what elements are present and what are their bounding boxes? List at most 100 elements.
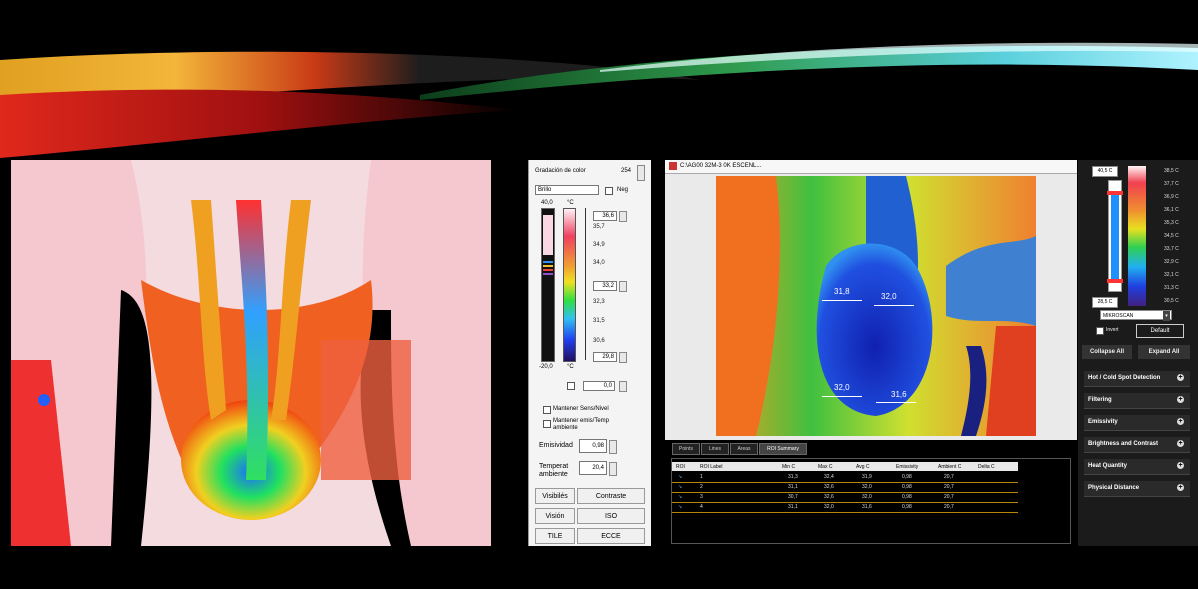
table-cell: 20,7 bbox=[944, 474, 954, 480]
visibles-button[interactable]: Visibilés bbox=[535, 488, 575, 504]
contrast-button[interactable]: Contraste bbox=[577, 488, 645, 504]
thermal-udder-image bbox=[11, 160, 491, 546]
collapse-all-button[interactable]: Collapse All bbox=[1082, 345, 1132, 359]
roi-column-header[interactable]: Max C bbox=[818, 463, 832, 471]
neg-checkbox[interactable] bbox=[605, 187, 613, 195]
table-cell: 31,6 bbox=[862, 504, 872, 510]
gradient-value: 254 bbox=[621, 168, 632, 174]
table-cell: 4 bbox=[700, 504, 703, 510]
expand-icon: + bbox=[1177, 440, 1184, 447]
ambient-stepper[interactable] bbox=[609, 462, 617, 476]
invert-checkbox[interactable] bbox=[1096, 327, 1104, 335]
gradient-stepper[interactable] bbox=[637, 165, 645, 181]
palette-select-value: Brillo bbox=[538, 187, 552, 193]
scale-value-field[interactable]: 29,8 bbox=[593, 352, 617, 362]
scale-tick-label: 30,5 C bbox=[1164, 298, 1179, 304]
palette-dropdown[interactable]: MIKROSCAN ▾ bbox=[1100, 310, 1172, 321]
roi-column-header[interactable]: Ambient C bbox=[938, 463, 961, 471]
expand-icon: + bbox=[1177, 374, 1184, 381]
roi-column-header[interactable]: ROI bbox=[676, 463, 685, 471]
table-cell: 1 bbox=[700, 474, 703, 480]
tab-points[interactable]: Points bbox=[672, 443, 700, 455]
table-cell: 31,3 bbox=[788, 474, 798, 480]
right-color-scale bbox=[1128, 166, 1146, 306]
scale-value-label: 30,6 bbox=[593, 338, 605, 344]
temp-label-3: 32,0 bbox=[834, 383, 850, 392]
tab-lines[interactable]: Lines bbox=[701, 443, 729, 455]
table-cell: 20,7 bbox=[944, 484, 954, 490]
section-hot-cold-label: Hot / Cold Spot Detection bbox=[1088, 375, 1161, 381]
table-cell: 32,6 bbox=[824, 484, 834, 490]
expand-icon: + bbox=[1177, 462, 1184, 469]
roi-column-header[interactable]: Min C bbox=[782, 463, 795, 471]
range-slider[interactable] bbox=[1107, 180, 1123, 292]
table-cell: 32,6 bbox=[824, 494, 834, 500]
range-top-field[interactable]: 40,5 C bbox=[1092, 166, 1118, 177]
extra-stepper[interactable] bbox=[619, 381, 627, 392]
measure-line-2 bbox=[874, 305, 914, 306]
keep-sens-label: Mantener Sens/Nivel bbox=[553, 406, 609, 412]
table-cell: 20,7 bbox=[944, 494, 954, 500]
measure-line-1 bbox=[822, 300, 862, 301]
window-title: C:\AG00 32M-3 0K ESCENL... bbox=[680, 163, 762, 169]
scale-value-stepper[interactable] bbox=[619, 211, 627, 222]
vision-button[interactable]: Visión bbox=[535, 508, 575, 524]
extra-value-field[interactable]: 0,0 bbox=[583, 381, 615, 391]
keep-sens-checkbox[interactable] bbox=[543, 406, 551, 414]
range-bottom-value: 28,5 C bbox=[1097, 299, 1113, 305]
tab-roi-summary[interactable]: ROI Summary bbox=[759, 443, 807, 455]
table-row[interactable] bbox=[672, 503, 1018, 513]
section-hot-cold[interactable]: Hot / Cold Spot Detection + bbox=[1084, 371, 1190, 387]
window-title-bar: C:\AG00 32M-3 0K ESCENL... bbox=[665, 160, 1077, 174]
table-cell: 32,0 bbox=[824, 504, 834, 510]
level-slider[interactable] bbox=[541, 208, 555, 362]
scale-value-stepper[interactable] bbox=[619, 352, 627, 363]
scale-tick-label: 36,9 C bbox=[1164, 194, 1179, 200]
keep-emis-checkbox[interactable] bbox=[543, 420, 551, 428]
table-row[interactable] bbox=[672, 493, 1018, 503]
emissivity-stepper[interactable] bbox=[609, 440, 617, 454]
roi-column-header[interactable]: ROI Label bbox=[700, 463, 723, 471]
scale-tick-label: 33,7 C bbox=[1164, 246, 1179, 252]
ecce-button[interactable]: ECCE bbox=[577, 528, 645, 544]
roi-column-header[interactable]: Delta C bbox=[978, 463, 995, 471]
expand-icon: + bbox=[1177, 396, 1184, 403]
ambient-field[interactable]: 20,4 bbox=[579, 461, 607, 475]
decorative-banner bbox=[0, 42, 1198, 158]
roi-table-header bbox=[672, 462, 1018, 471]
tile-button[interactable]: TILE bbox=[535, 528, 575, 544]
scale-bottom-label: -20,0 bbox=[539, 364, 553, 370]
roi-marker-icon: ↘ bbox=[678, 484, 683, 490]
tab-areas[interactable]: Areas bbox=[730, 443, 758, 455]
scale-value-field[interactable]: 36,6 bbox=[593, 211, 617, 221]
roi-column-header[interactable]: Avg C bbox=[856, 463, 870, 471]
scale-value-field[interactable]: 33,2 bbox=[593, 281, 617, 291]
section-brightness[interactable]: Brightness and Contrast + bbox=[1084, 437, 1190, 453]
extra-checkbox[interactable] bbox=[567, 382, 575, 390]
section-filtering[interactable]: Filtering + bbox=[1084, 393, 1190, 409]
table-cell: 31,1 bbox=[788, 504, 798, 510]
section-emissivity[interactable]: Emissivity + bbox=[1084, 415, 1190, 431]
scale-value-stepper[interactable] bbox=[619, 281, 627, 292]
table-cell: 2 bbox=[700, 484, 703, 490]
iso-button[interactable]: ISO bbox=[577, 508, 645, 524]
roi-column-header[interactable]: Emissivity bbox=[896, 463, 918, 471]
scale-tick-label: 38,5 C bbox=[1164, 168, 1179, 174]
thermal-image-right: 31,8 32,0 32,0 31,6 bbox=[716, 176, 1036, 436]
default-button[interactable]: Default bbox=[1136, 324, 1184, 338]
table-cell: 0,98 bbox=[902, 474, 912, 480]
scale-tick-label: 32,9 C bbox=[1164, 259, 1179, 265]
table-row[interactable] bbox=[672, 483, 1018, 493]
expand-all-button[interactable]: Expand All bbox=[1138, 345, 1190, 359]
palette-select[interactable]: Brillo bbox=[535, 185, 599, 195]
thermal-image-left bbox=[11, 160, 491, 546]
table-cell: 32,0 bbox=[862, 484, 872, 490]
extra-value: 0,0 bbox=[603, 383, 612, 389]
emissivity-field[interactable]: 0,98 bbox=[579, 439, 607, 453]
section-heat-quantity[interactable]: Heat Quantity + bbox=[1084, 459, 1190, 475]
table-row[interactable] bbox=[672, 473, 1018, 483]
section-physical-distance[interactable]: Physical Distance + bbox=[1084, 481, 1190, 497]
invert-label: Invert bbox=[1106, 327, 1119, 333]
table-cell: 32,4 bbox=[824, 474, 834, 480]
range-bottom-field[interactable]: 28,5 C bbox=[1092, 297, 1118, 308]
